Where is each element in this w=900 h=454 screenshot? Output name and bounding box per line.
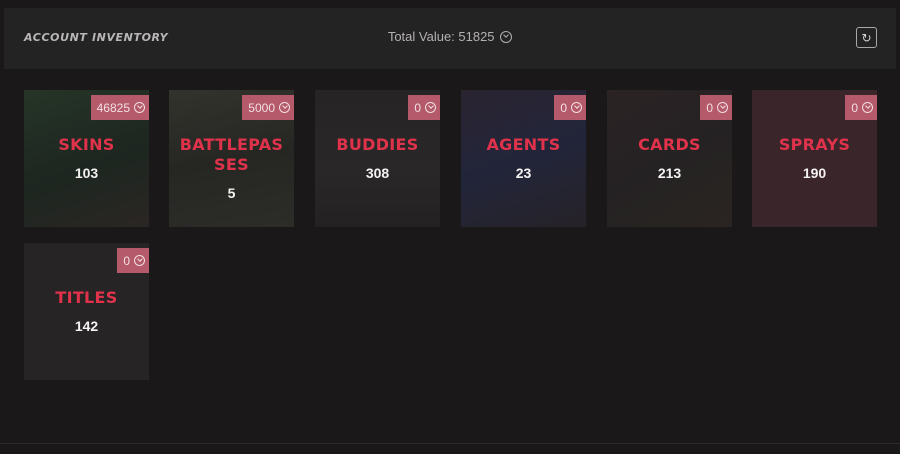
valorant-points-icon — [571, 102, 582, 113]
inventory-card-battlepasses[interactable]: 5000 BATTLEPASSES 5 — [169, 90, 294, 227]
item-count: 5 — [227, 185, 236, 201]
inventory-card-titles[interactable]: 0 TITLES 142 — [24, 243, 149, 380]
inventory-card-buddies[interactable]: 0 BUDDIES 308 — [315, 90, 440, 227]
valorant-points-icon — [862, 102, 873, 113]
item-count: 308 — [365, 165, 390, 181]
inventory-card-cards[interactable]: 0 CARDS 213 — [607, 90, 732, 227]
inventory-card-sprays[interactable]: 0 SPRAYS 190 — [752, 90, 877, 227]
value-badge-amount: 0 — [560, 100, 567, 115]
value-badge: 0 — [408, 95, 440, 120]
value-badge-amount: 0 — [414, 100, 421, 115]
category-label: AGENTS — [486, 135, 561, 154]
inventory-card-agents[interactable]: 0 AGENTS 23 — [461, 90, 586, 227]
valorant-points-icon — [279, 102, 290, 113]
category-label: SPRAYS — [778, 135, 851, 154]
valorant-points-icon — [500, 31, 513, 43]
category-label: BUDDIES — [336, 135, 419, 154]
total-value: Total Value: 51825 — [4, 29, 896, 44]
value-badge: 0 — [117, 248, 149, 273]
item-count: 190 — [802, 165, 827, 181]
item-count: 213 — [657, 165, 682, 181]
value-badge: 46825 — [90, 95, 149, 120]
divider — [0, 443, 900, 444]
item-count: 142 — [74, 318, 99, 334]
refresh-icon: ↻ — [861, 30, 872, 45]
inventory-header: ACCOUNT INVENTORY Total Value: 51825 ↻ — [4, 8, 896, 69]
value-badge-amount: 0 — [123, 253, 130, 268]
value-badge: 5000 — [242, 95, 294, 120]
refresh-button[interactable]: ↻ — [856, 27, 877, 48]
value-badge-amount: 0 — [706, 100, 713, 115]
item-count: 103 — [74, 165, 99, 181]
inventory-card-skins[interactable]: 46825 SKINS 103 — [24, 90, 149, 227]
category-label: SKINS — [58, 135, 115, 154]
valorant-points-icon — [134, 102, 145, 113]
total-value-text: Total Value: 51825 — [387, 29, 495, 44]
value-badge: 0 — [845, 95, 877, 120]
value-badge: 0 — [700, 95, 732, 120]
item-count: 23 — [515, 165, 532, 181]
value-badge-amount: 0 — [851, 100, 858, 115]
category-label: BATTLEPASSES — [179, 135, 284, 174]
value-badge-amount: 46825 — [96, 100, 130, 115]
valorant-points-icon — [717, 102, 728, 113]
value-badge-amount: 5000 — [248, 100, 275, 115]
value-badge: 0 — [554, 95, 586, 120]
valorant-points-icon — [425, 102, 436, 113]
valorant-points-icon — [134, 255, 145, 266]
category-label: CARDS — [638, 135, 701, 154]
category-label: TITLES — [55, 288, 118, 307]
